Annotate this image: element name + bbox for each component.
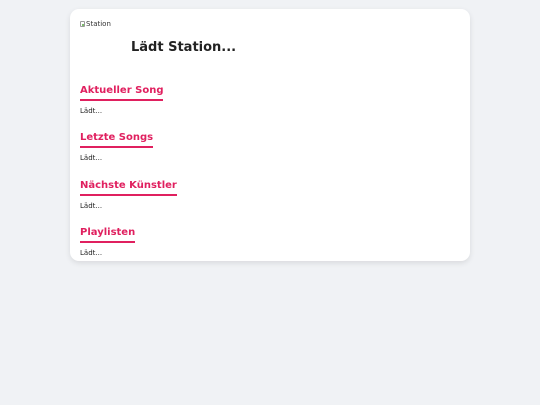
section-next-artists: Nächste Künstler Lädt...	[80, 173, 460, 211]
section-title-playlists: Playlisten	[80, 226, 136, 243]
playlists-status: Lädt...	[80, 249, 103, 257]
section-title-recent-songs: Letzte Songs	[80, 131, 154, 148]
station-title: Lädt Station...	[131, 40, 237, 55]
station-logo: Station	[80, 18, 111, 30]
section-playlists: Playlisten Lädt...	[80, 220, 460, 258]
section-title-next-artists: Nächste Künstler	[80, 179, 177, 196]
recent-songs-status: Lädt...	[80, 154, 103, 162]
station-card: Station Lädt Station... Aktueller Song L…	[70, 9, 470, 261]
station-logo-alt: Station	[86, 20, 111, 28]
current-song-status: Lädt...	[80, 107, 103, 115]
next-artists-status: Lädt...	[80, 202, 103, 210]
station-header: Station Lädt Station...	[80, 18, 460, 58]
section-recent-songs: Letzte Songs Lädt...	[80, 125, 460, 163]
section-title-current-song: Aktueller Song	[80, 84, 164, 101]
broken-image-icon	[80, 21, 85, 27]
section-current-song: Aktueller Song Lädt...	[80, 78, 460, 116]
